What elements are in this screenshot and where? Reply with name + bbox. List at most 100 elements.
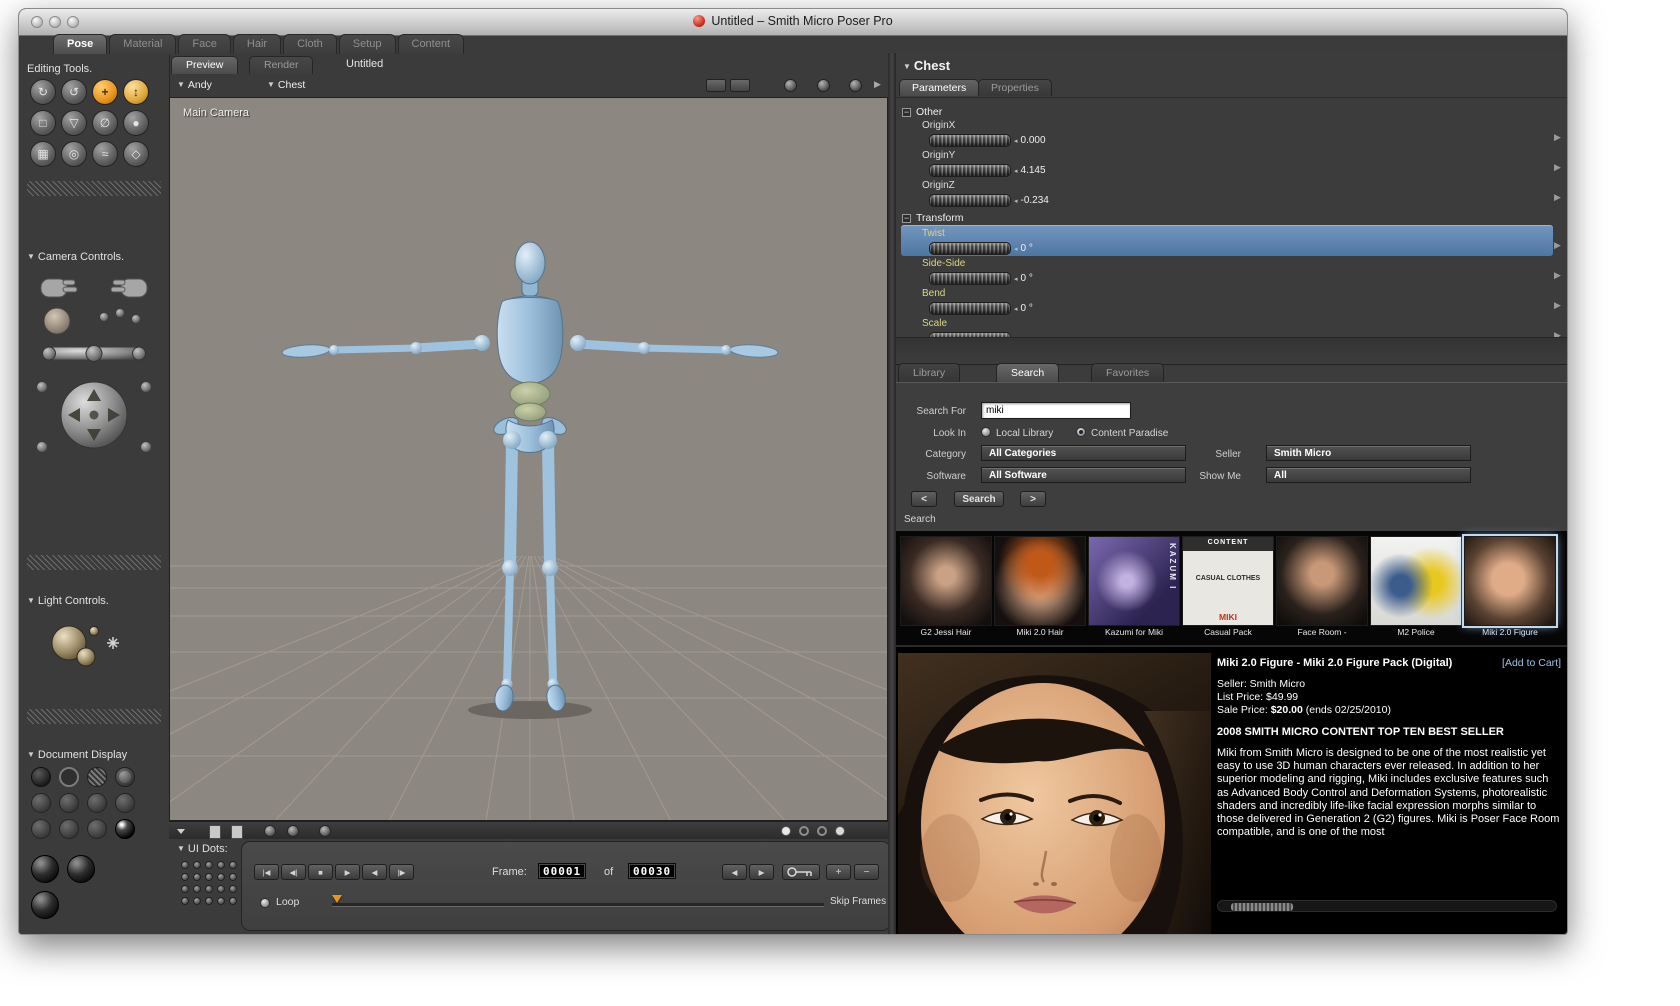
twist-value[interactable]: 0 ° [1021, 243, 1033, 254]
bend-value[interactable]: 0 ° [1021, 303, 1033, 314]
transport-first-frame-button[interactable]: |◀ [254, 864, 279, 880]
param-menu-arrow-icon[interactable]: ▶ [1554, 192, 1561, 203]
nav-dot-icon[interactable] [817, 826, 827, 836]
collapse-icon[interactable]: − [902, 213, 911, 223]
room-tab-cloth[interactable]: Cloth [283, 34, 337, 54]
view-magnifier-tool[interactable]: ◎ [61, 141, 87, 167]
param-label-side-side[interactable]: Side-Side [922, 258, 965, 269]
ui-dot[interactable] [205, 873, 213, 881]
page-stack-icon[interactable] [231, 825, 243, 839]
ui-dot[interactable] [205, 897, 213, 905]
disclosure-triangle-icon[interactable]: ▼ [27, 252, 35, 261]
ui-dot[interactable] [193, 885, 201, 893]
delete-keyframe-button[interactable]: − [854, 864, 879, 880]
search-result-miki-hair[interactable]: Miki 2.0 Hair [994, 536, 1086, 640]
lit-ball-icon[interactable] [287, 825, 299, 837]
local-library-radio[interactable] [981, 427, 991, 437]
originy-dial[interactable] [929, 164, 1011, 177]
transport-step-back-button[interactable]: ◀ [362, 864, 387, 880]
camera-controls-cluster[interactable] [29, 269, 159, 469]
ui-dot[interactable] [181, 873, 189, 881]
display-lit-wireframe-icon[interactable] [31, 793, 51, 813]
software-dropdown[interactable]: All Software [981, 467, 1186, 483]
timeline-scrub-track[interactable] [332, 903, 824, 907]
param-label-twist[interactable]: Twist [922, 228, 945, 239]
next-keyframe-button[interactable]: ▶ [749, 864, 774, 880]
next-page-button[interactable]: > [1020, 491, 1046, 507]
tab-preview[interactable]: Preview [171, 56, 239, 74]
disclosure-triangle-icon[interactable]: ▼ [27, 750, 35, 759]
taper-tool[interactable]: ▽ [61, 110, 87, 136]
room-tab-pose[interactable]: Pose [53, 34, 108, 54]
display-flat-lined-icon[interactable] [87, 793, 107, 813]
disclosure-triangle-icon[interactable]: ▼ [177, 844, 185, 853]
timeline-position-marker[interactable] [332, 895, 342, 903]
content-paradise-label[interactable]: Content Paradise [1091, 428, 1168, 439]
search-result-miki-figure-selected[interactable]: Miki 2.0 Figure [1462, 534, 1558, 640]
ui-dot[interactable] [205, 885, 213, 893]
tab-parameters[interactable]: Parameters [899, 79, 980, 96]
multi-view-button[interactable] [730, 79, 750, 92]
tab-properties[interactable]: Properties [978, 79, 1052, 96]
orbit-control-icon[interactable] [784, 79, 797, 92]
ui-dot[interactable] [181, 861, 189, 869]
room-tab-material[interactable]: Material [109, 34, 177, 54]
disclosure-triangle-icon[interactable]: ▼ [27, 596, 35, 605]
display-silhouette-icon[interactable] [31, 767, 51, 787]
morphing-tool[interactable]: ≈ [92, 141, 118, 167]
ui-dot[interactable] [217, 861, 225, 869]
ui-dot[interactable] [217, 897, 225, 905]
param-menu-arrow-icon[interactable]: ▶ [1554, 270, 1561, 281]
ui-dot[interactable] [181, 897, 189, 905]
originx-value[interactable]: 0.000 [1021, 135, 1046, 146]
param-menu-arrow-icon[interactable]: ▶ [1554, 132, 1561, 143]
display-wireframe-icon[interactable] [87, 767, 107, 787]
color-tool[interactable]: ● [123, 110, 149, 136]
search-input[interactable] [981, 402, 1131, 419]
tab-render[interactable]: Render [249, 56, 314, 74]
panel-expand-arrow[interactable]: ▶ [874, 79, 881, 90]
ui-dot[interactable] [181, 885, 189, 893]
param-menu-arrow-icon[interactable]: ▶ [1554, 300, 1561, 311]
tab-search[interactable]: Search [996, 363, 1060, 382]
edit-keyframes-button[interactable] [782, 864, 820, 880]
ui-dot[interactable] [229, 873, 237, 881]
translate-inout-tool[interactable]: ↕ [123, 79, 149, 105]
parameters-actor-title[interactable]: ▼ Chest [903, 58, 950, 73]
room-tab-face[interactable]: Face [178, 34, 231, 54]
tracking-ball-icon[interactable] [31, 891, 59, 919]
prev-keyframe-button[interactable]: ◀ [722, 864, 747, 880]
ui-dot[interactable] [205, 861, 213, 869]
shadow-toggle-icon[interactable] [67, 855, 95, 883]
current-frame-field[interactable]: 00001 [538, 863, 587, 879]
texture-ball-icon[interactable] [319, 825, 331, 837]
ui-dot[interactable] [193, 897, 201, 905]
originy-value[interactable]: 4.145 [1021, 165, 1046, 176]
add-keyframe-button[interactable]: + [826, 864, 851, 880]
rotate-tool[interactable]: ↻ [30, 79, 56, 105]
footer-disclosure-icon[interactable] [177, 829, 185, 834]
ui-dot[interactable] [229, 897, 237, 905]
param-label-scale[interactable]: Scale [922, 318, 947, 329]
ui-dot[interactable] [217, 885, 225, 893]
collapse-icon[interactable]: − [902, 107, 911, 117]
seller-dropdown[interactable]: Smith Micro [1266, 445, 1471, 461]
ui-dot[interactable] [193, 873, 201, 881]
translate-pull-tool[interactable]: + [92, 79, 118, 105]
side-side-dial[interactable] [929, 272, 1011, 285]
disclosure-triangle-icon[interactable]: ▼ [903, 62, 911, 71]
search-result-casual-pack[interactable]: CONTENT CASUAL CLOTHES MIKI Casual Pack [1182, 536, 1274, 640]
display-hidden-line-icon[interactable] [115, 767, 135, 787]
shaded-ball-icon[interactable] [264, 825, 276, 837]
param-menu-arrow-icon[interactable]: ▶ [1554, 240, 1561, 251]
total-frames-field[interactable]: 00030 [628, 863, 677, 879]
viewport-3d[interactable]: Main Camera [169, 97, 888, 821]
scale-tool[interactable]: □ [30, 110, 56, 136]
search-result-g2-jessi-hair[interactable]: G2 Jessi Hair [900, 536, 992, 640]
chain-break-tool[interactable]: ∅ [92, 110, 118, 136]
scrollbar-handle[interactable] [1230, 902, 1294, 912]
detail-horizontal-scrollbar[interactable] [1217, 900, 1557, 912]
originz-value[interactable]: -0.234 [1021, 195, 1049, 206]
light-controls-cluster[interactable] [41, 615, 131, 677]
search-button[interactable]: Search [954, 491, 1004, 507]
